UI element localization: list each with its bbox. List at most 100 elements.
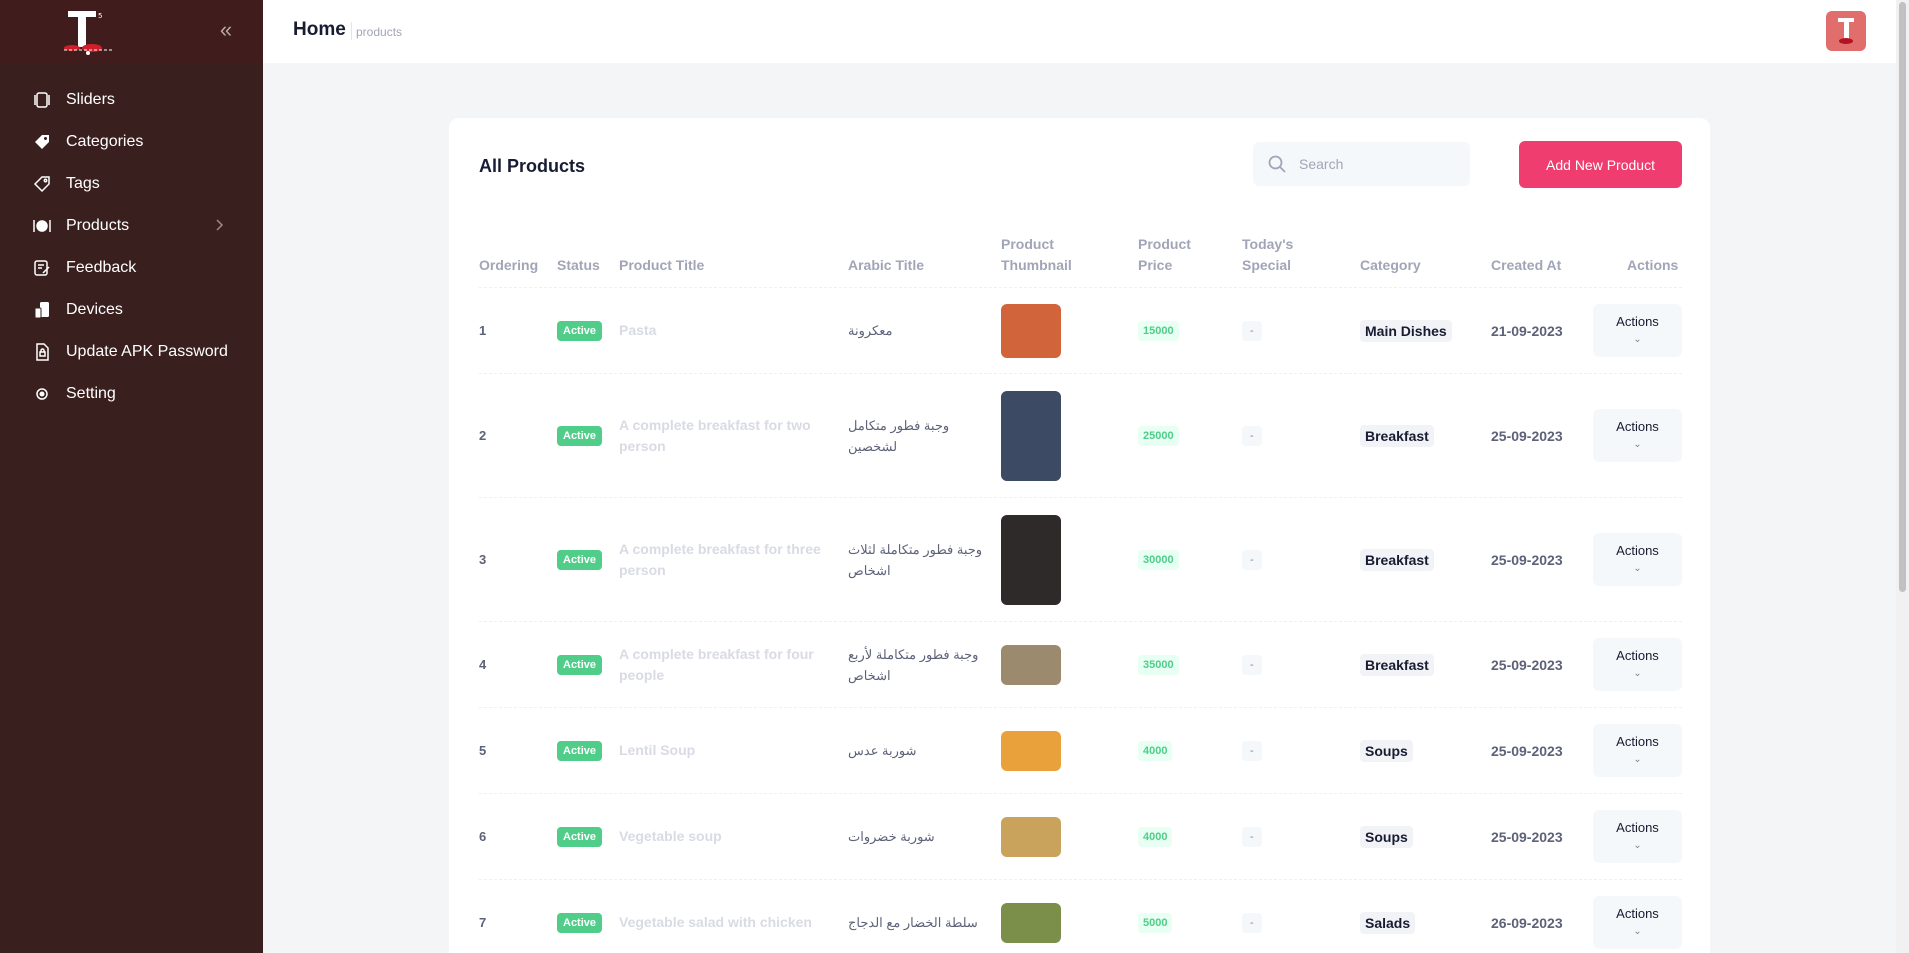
search-box[interactable] [1253,142,1470,186]
category-badge: Soups [1360,739,1413,762]
sidebar-item-label: Setting [66,385,116,402]
category-badge: Breakfast [1360,653,1434,676]
chevron-down-icon: ⌄ [1633,438,1642,450]
th-thumbnail[interactable]: Product Thumbnail [1001,226,1091,288]
price-badge: 30000 [1138,549,1179,570]
table-row: 7 Active Vegetable salad with chicken سلطة … [479,880,1682,953]
sidebar-item-sliders[interactable]: Sliders [0,79,263,121]
th-category[interactable]: Category [1360,226,1421,288]
cell-arabic-title: وجبة فطور متكاملة لثلاث اشخاص [848,541,983,578]
cell-ordering: 7 [479,915,487,930]
th-status[interactable]: Status [557,226,600,288]
cell-ordering: 6 [479,829,487,844]
product-thumbnail[interactable] [1001,644,1061,685]
actions-label: Actions [1616,542,1659,558]
sidebar-item-feedback[interactable]: Feedback [0,247,263,289]
sidebar-item-update-apk-password[interactable]: Update APK Password [0,331,263,373]
cell-created-at: 25-09-2023 [1491,656,1563,673]
cell-created-at: 25-09-2023 [1491,427,1563,444]
dish-icon [33,217,51,235]
sidebar-item-label: Update APK Password [66,343,228,360]
cell-product-title: Vegetable salad with chicken [619,914,812,930]
price-badge: 4000 [1138,740,1173,761]
sidebar-item-label: Sliders [66,91,115,108]
chevron-down-icon: ⌄ [1633,925,1642,937]
brand-logo[interactable]: 5 [62,8,116,58]
product-thumbnail[interactable] [1001,816,1061,857]
sidebar-item-tags[interactable]: Tags [0,163,263,205]
product-thumbnail[interactable] [1001,303,1061,358]
search-input[interactable] [1299,142,1464,186]
table-row: 3 Active A complete breakfast for three pe… [479,498,1682,622]
products-card: All Products Add New Product Ordering St… [449,118,1710,953]
sliders-icon [33,91,51,109]
page-title: Home [293,19,346,40]
cell-product-title: Pasta [619,322,657,338]
product-thumbnail[interactable] [1001,730,1061,771]
status-badge: Active [557,654,603,675]
product-thumbnail[interactable] [1001,390,1061,481]
lock-file-icon [33,343,51,361]
sidebar-item-setting[interactable]: Setting [0,373,263,415]
status-badge: Active [557,826,603,847]
cell-arabic-title: وجبة فطور متكامل لشخصين [848,417,950,454]
row-actions-button[interactable]: Actions ⌄ [1593,896,1682,949]
svg-text:5: 5 [98,12,102,20]
sidebar-item-devices[interactable]: Devices [0,289,263,331]
th-created-at[interactable]: Created At [1491,226,1561,288]
chevron-down-icon: ⌄ [1633,333,1642,345]
cell-ordering: 4 [479,657,487,672]
actions-label: Actions [1616,418,1659,434]
row-actions-button[interactable]: Actions ⌄ [1593,638,1682,691]
avatar[interactable] [1826,11,1866,51]
row-actions-button[interactable]: Actions ⌄ [1593,533,1682,586]
cell-ordering: 1 [479,323,487,338]
sidebar-item-label: Feedback [66,259,137,276]
page-scrollbar[interactable] [1896,0,1909,953]
sidebar-item-products[interactable]: Products [0,205,263,247]
product-thumbnail[interactable] [1001,902,1061,943]
cell-arabic-title: شوربة عدس [848,743,917,758]
actions-label: Actions [1616,313,1659,329]
th-actions: Actions [1627,257,1679,273]
status-badge: Active [557,549,603,570]
category-badge: Soups [1360,825,1413,848]
todays-special-badge: - [1242,912,1262,933]
th-price[interactable]: Product Price [1138,226,1208,288]
chevron-right-icon [216,219,224,231]
scrollbar-thumb[interactable] [1899,2,1906,592]
chevron-down-icon: ⌄ [1633,753,1642,765]
breadcrumb[interactable]: products [356,25,402,39]
table-row: 5 Active Lentil Soup شوربة عدس 4000 - Soups 25-… [479,708,1682,794]
row-actions-button[interactable]: Actions ⌄ [1593,409,1682,462]
category-badge: Main Dishes [1360,319,1452,342]
row-actions-button[interactable]: Actions ⌄ [1593,810,1682,863]
sidebar: 5 « Sliders Categories Tags Products Fee… [0,0,263,953]
sidebar-header: 5 « [0,0,263,63]
status-badge: Active [557,740,603,761]
th-arabic-title[interactable]: Arabic Title [848,226,924,288]
collapse-sidebar-icon[interactable]: « [214,18,238,42]
price-badge: 4000 [1138,826,1173,847]
devices-icon [33,301,51,319]
cell-ordering: 3 [479,552,487,567]
row-actions-button[interactable]: Actions ⌄ [1593,724,1682,777]
table-header: Ordering Status Product Title Arabic Tit… [479,226,1682,288]
cell-arabic-title: شوربة خضروات [848,829,935,844]
breadcrumb-divider [351,22,352,40]
product-thumbnail[interactable] [1001,514,1061,605]
price-badge: 25000 [1138,425,1179,446]
cell-product-title: A complete breakfast for four people [619,645,814,683]
todays-special-badge: - [1242,826,1262,847]
row-actions-button[interactable]: Actions ⌄ [1593,304,1682,357]
chevron-down-icon: ⌄ [1633,839,1642,851]
chevron-down-icon: ⌄ [1633,667,1642,679]
add-new-product-button[interactable]: Add New Product [1519,141,1682,188]
th-product-title[interactable]: Product Title [619,226,704,288]
th-ordering[interactable]: Ordering [479,226,538,288]
th-special[interactable]: Today's Special [1242,226,1312,288]
sidebar-item-categories[interactable]: Categories [0,121,263,163]
table-row: 6 Active Vegetable soup شوربة خضروات 4000 - So… [479,794,1682,880]
sidebar-item-label: Categories [66,133,144,150]
feedback-icon [33,259,51,277]
